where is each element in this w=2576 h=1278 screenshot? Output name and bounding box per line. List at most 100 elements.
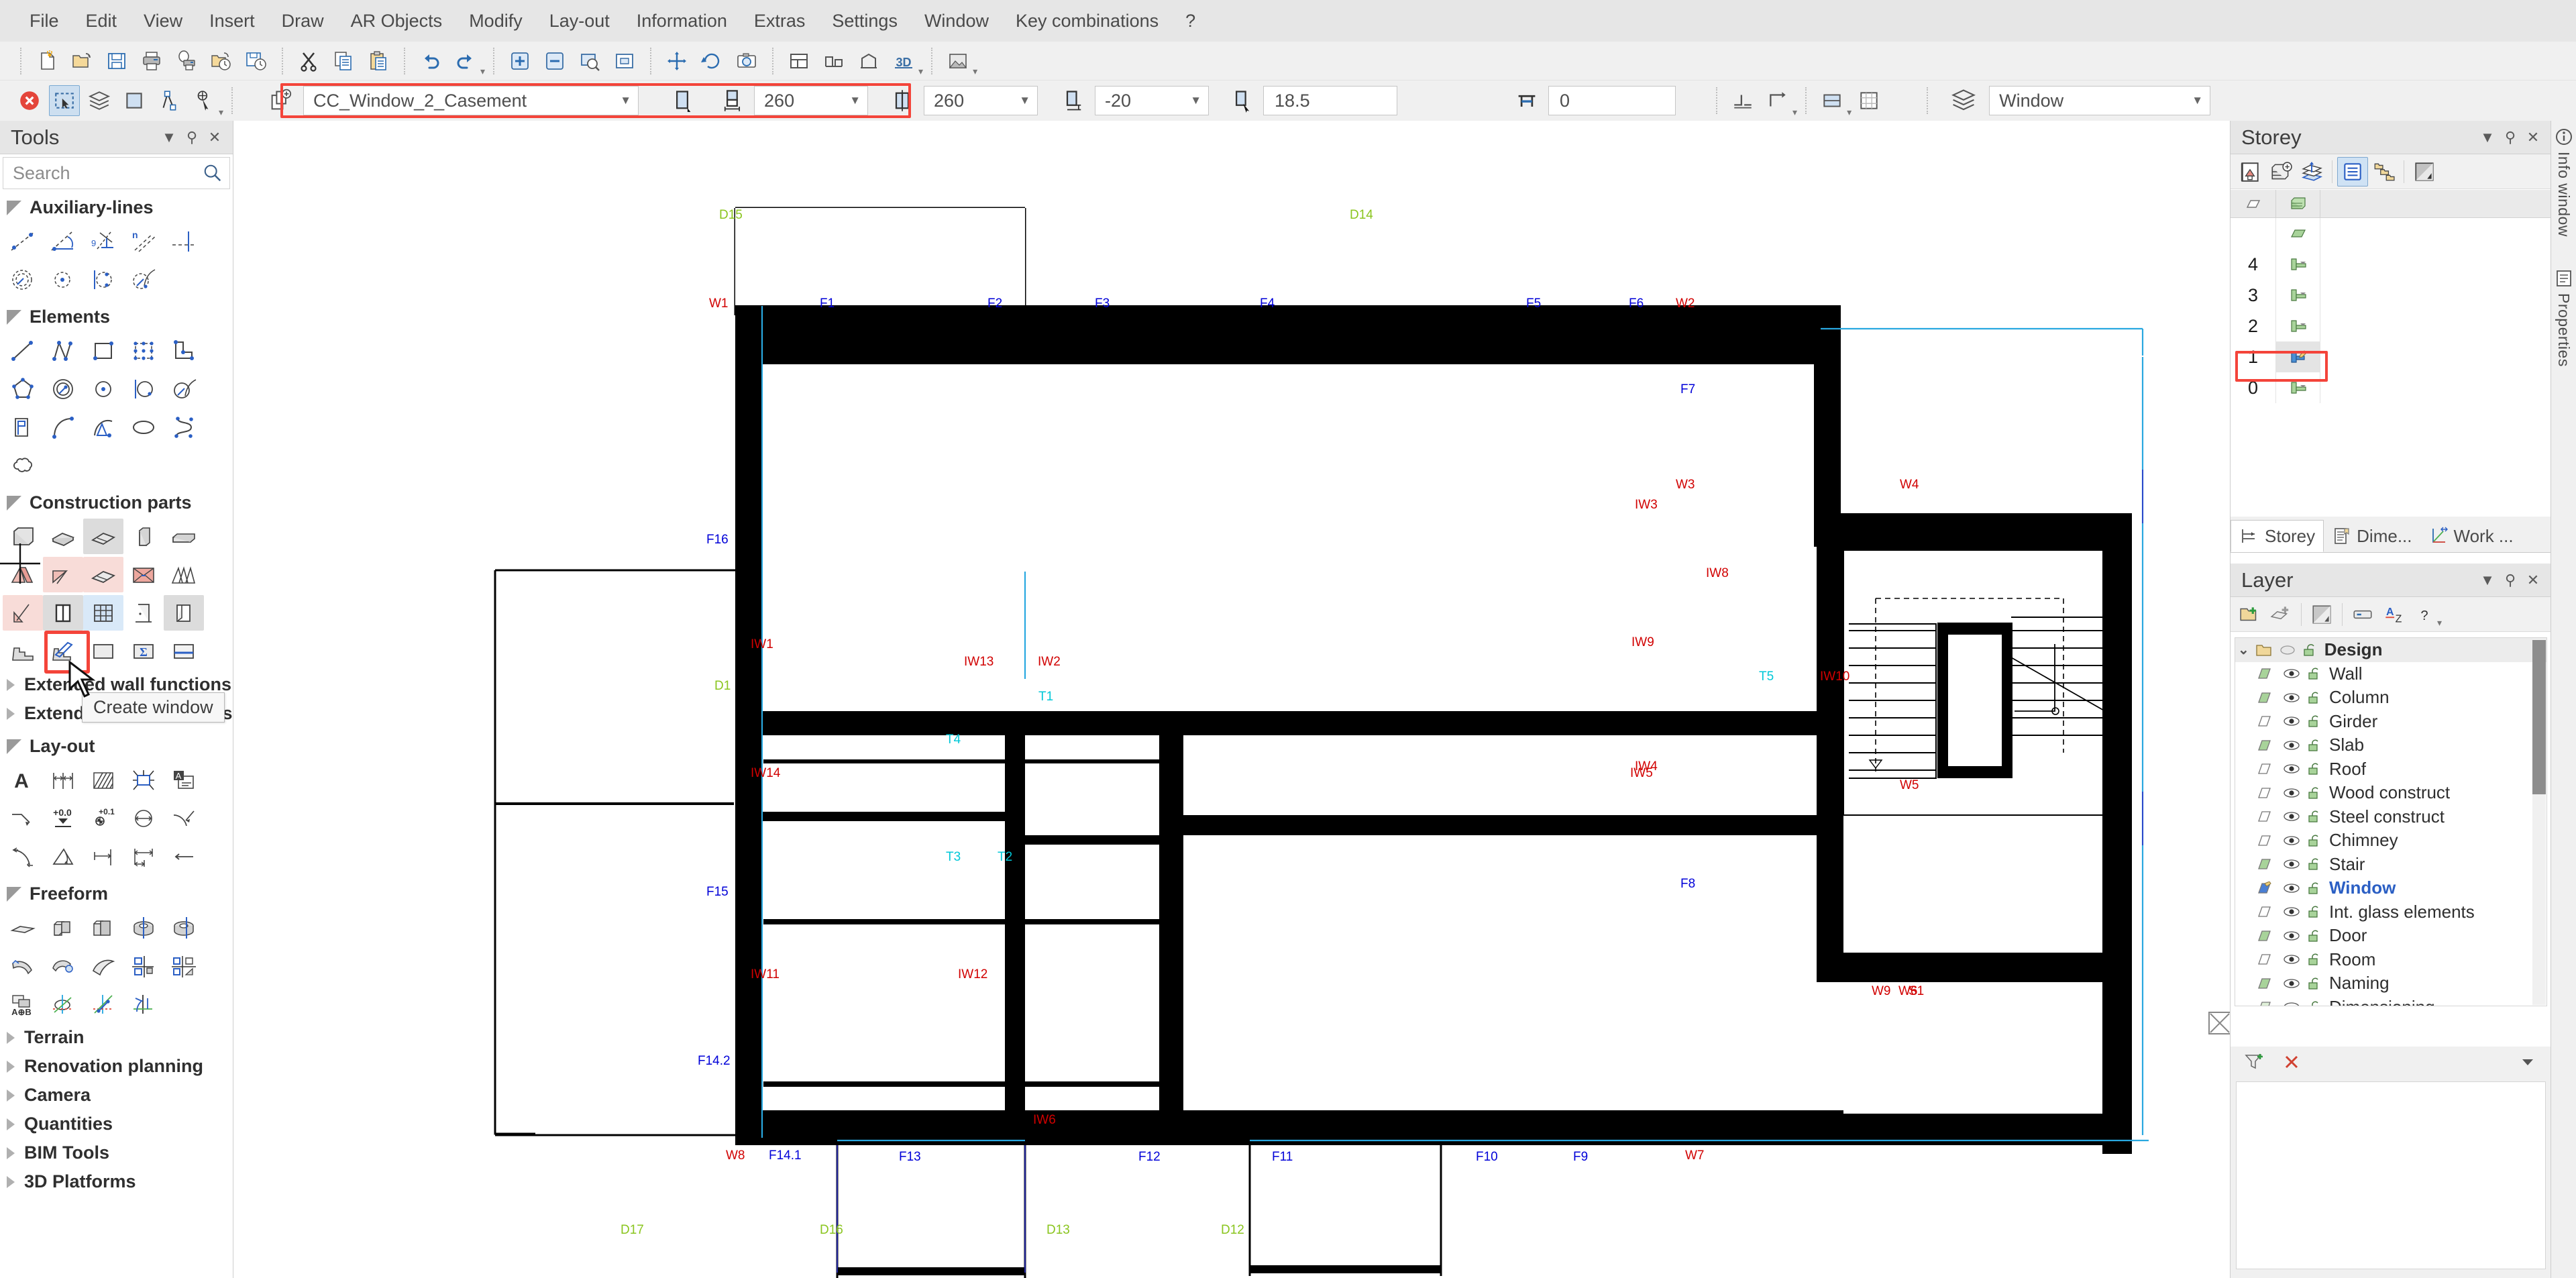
storey-height-icon[interactable] — [2296, 157, 2327, 187]
delete-icon[interactable] — [2276, 1047, 2307, 1077]
label-block-icon[interactable]: A — [164, 762, 204, 798]
eye-on-icon[interactable] — [2282, 835, 2301, 847]
layer-bar-icon[interactable] — [2347, 600, 2378, 629]
triangle-arc-icon[interactable] — [83, 409, 123, 445]
storey-level-edit-icon[interactable] — [2276, 341, 2320, 372]
mirror-axis-icon[interactable] — [83, 986, 123, 1022]
aux-circle-tangent-icon[interactable] — [83, 262, 123, 297]
active-layer-select[interactable]: Window ▼ — [1989, 86, 2211, 115]
angle-dim-icon[interactable] — [43, 839, 83, 874]
aux-circle-center-icon[interactable] — [43, 262, 83, 297]
window-width-icon[interactable] — [667, 85, 698, 116]
eye-on-icon[interactable] — [2282, 692, 2301, 704]
unlock-icon[interactable] — [2307, 977, 2323, 990]
close-icon[interactable]: ✕ — [2522, 569, 2544, 592]
storey-list-icon[interactable] — [2337, 156, 2368, 187]
menu-item-file[interactable]: File — [16, 7, 72, 36]
girder-icon[interactable] — [164, 519, 204, 554]
eye-on-icon[interactable] — [2282, 763, 2301, 775]
layer-az-icon[interactable]: AZ — [2378, 600, 2409, 629]
single-dim-icon[interactable] — [83, 839, 123, 874]
menu-item-view[interactable]: View — [130, 7, 196, 36]
unlock-icon[interactable] — [2307, 739, 2323, 752]
element-icon[interactable] — [119, 85, 150, 116]
select-overflow-icon[interactable]: ▾ — [219, 107, 223, 118]
freeform-surface-icon[interactable] — [83, 948, 123, 983]
redo-icon[interactable] — [450, 46, 481, 76]
tools-group-bim-tools[interactable]: BIM Tools — [0, 1138, 233, 1167]
cloud-icon[interactable] — [3, 447, 43, 483]
zoom-window-icon[interactable] — [574, 46, 605, 76]
unlock-icon[interactable] — [2307, 905, 2323, 918]
tools-group-construction-parts[interactable]: Construction parts — [0, 484, 233, 517]
line-icon[interactable] — [3, 333, 43, 368]
window-parapet-icon[interactable] — [1058, 85, 1089, 116]
save-icon[interactable] — [101, 46, 132, 76]
window-sill-icon[interactable] — [1226, 85, 1257, 116]
rectangle-icon[interactable] — [83, 333, 123, 368]
layer-row[interactable]: Stair — [2235, 853, 2546, 877]
rotate-view-icon[interactable] — [696, 46, 727, 76]
zoom-out-icon[interactable] — [539, 46, 570, 76]
diameter-dim-icon[interactable] — [123, 800, 164, 836]
toolbar-overflow-icon[interactable]: ▾ — [480, 66, 485, 77]
tools-group-elements[interactable]: Elements — [0, 299, 233, 331]
aux-circle-arc-icon[interactable] — [123, 262, 164, 297]
freeform-revolve-icon[interactable] — [123, 910, 164, 945]
window-icon[interactable] — [43, 595, 83, 631]
curve-axis-icon[interactable] — [123, 986, 164, 1022]
section-view-icon[interactable] — [818, 46, 849, 76]
pin-icon[interactable]: ⚲ — [180, 126, 203, 149]
tools-group-freeform[interactable]: Freeform — [0, 875, 233, 908]
view-overflow-icon[interactable]: ▾ — [918, 66, 923, 77]
menu-item-ar-objects[interactable]: AR Objects — [337, 7, 456, 36]
storey-row[interactable]: 1 — [2231, 341, 2551, 372]
spline-icon[interactable] — [164, 409, 204, 445]
chevron-down-icon[interactable]: ▼ — [2476, 126, 2499, 149]
chevron-down-icon[interactable]: ▼ — [2476, 569, 2499, 592]
aux-line-cross-icon[interactable] — [164, 223, 204, 259]
roof-slab-icon[interactable] — [83, 557, 123, 592]
storey-row[interactable]: 3 — [2231, 280, 2551, 311]
window-sill-field[interactable]: 18.5 — [1263, 86, 1398, 115]
menu-item-edit[interactable]: Edit — [72, 7, 131, 36]
window-width-field[interactable]: 260 ▼ — [754, 86, 869, 115]
close-icon[interactable]: ✕ — [203, 126, 226, 149]
freeform-loft-icon[interactable] — [43, 948, 83, 983]
chevron-down-icon[interactable] — [2512, 1047, 2543, 1077]
layer-contrast-icon[interactable] — [2306, 600, 2337, 629]
layer-row[interactable]: Column — [2235, 686, 2546, 710]
plan-view-icon[interactable] — [784, 46, 814, 76]
layer-scroll-thumb[interactable] — [2532, 640, 2546, 794]
eye-on-icon[interactable] — [2282, 930, 2301, 942]
layer-row[interactable]: Int. glass elements — [2235, 900, 2546, 924]
menu-item-key-combinations[interactable]: Key combinations — [1002, 7, 1172, 36]
quantity-icon[interactable]: Σ — [123, 633, 164, 669]
panel-collapse-icon[interactable] — [2208, 1012, 2231, 1034]
zoom-all-icon[interactable] — [609, 46, 640, 76]
storey-row[interactable]: 2 — [2231, 311, 2551, 341]
wall-corner-icon[interactable] — [1762, 85, 1793, 116]
unlock-icon[interactable] — [2307, 810, 2323, 823]
circle-tangent-icon[interactable] — [123, 371, 164, 407]
measure-icon[interactable] — [189, 85, 219, 116]
storey-row[interactable]: 4 — [2231, 249, 2551, 280]
arc-leader-icon[interactable] — [164, 800, 204, 836]
unlock-icon[interactable] — [2307, 714, 2323, 728]
layer-filter-body[interactable] — [2236, 1081, 2546, 1269]
layer-row[interactable]: Dimensioning — [2235, 996, 2546, 1006]
unlock-icon[interactable] — [2307, 953, 2323, 966]
open-recent-icon[interactable] — [206, 46, 237, 76]
eye-on-icon[interactable] — [2282, 810, 2301, 822]
storey-row[interactable]: 0 — [2231, 372, 2551, 403]
layer-row[interactable]: Chimney — [2235, 829, 2546, 853]
text-icon[interactable]: A — [3, 762, 43, 798]
layers-stack-icon[interactable] — [1948, 85, 1979, 116]
slab-sloped-icon[interactable] — [83, 519, 123, 554]
plane-green-icon[interactable] — [2276, 218, 2320, 249]
tab-dimensions[interactable]: Dime... — [2324, 520, 2420, 552]
search-icon[interactable] — [203, 163, 223, 183]
circle-ring-icon[interactable] — [43, 371, 83, 407]
unlock-icon[interactable] — [2307, 786, 2323, 800]
opening-icon[interactable] — [164, 595, 204, 631]
